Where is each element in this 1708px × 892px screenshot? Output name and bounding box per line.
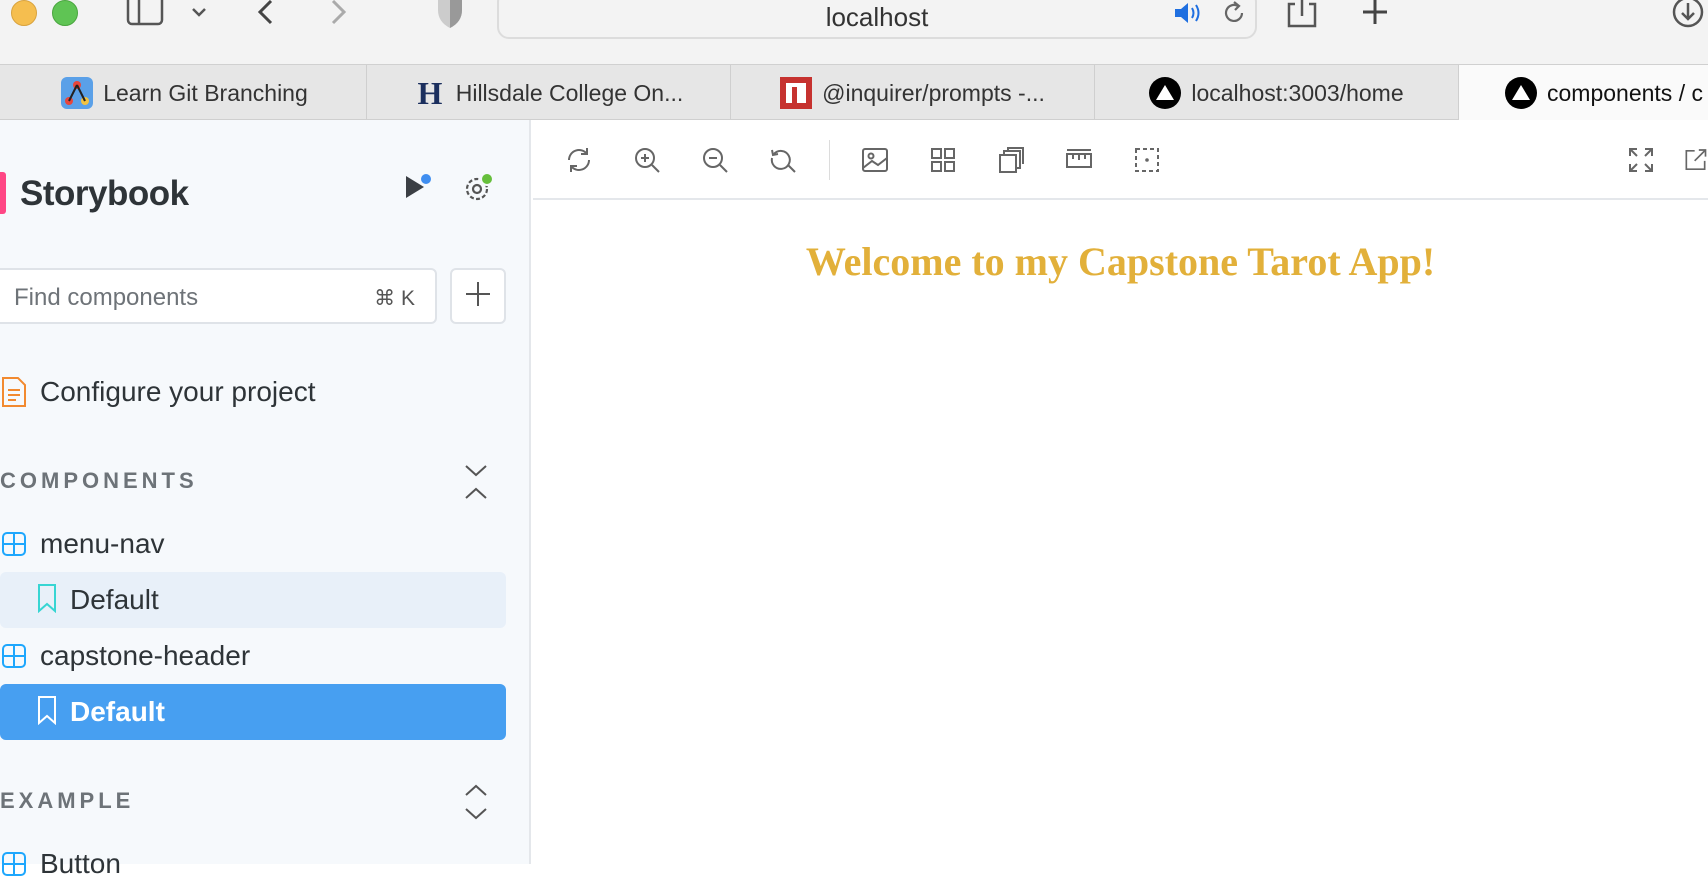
tab-components-active[interactable]: components / c bbox=[1459, 65, 1708, 121]
chevron-down-icon[interactable] bbox=[190, 0, 208, 30]
audio-playing-icon[interactable] bbox=[1173, 0, 1203, 31]
storybook-brand[interactable]: Storybook bbox=[20, 174, 189, 214]
sidebar-story-capstone-header-default[interactable]: Default bbox=[0, 684, 506, 740]
toolbar-divider bbox=[829, 140, 830, 180]
whats-new-icon[interactable] bbox=[402, 172, 436, 202]
grid-icon[interactable] bbox=[927, 144, 959, 176]
sidebar-item-capstone-header[interactable]: capstone-header bbox=[0, 628, 506, 684]
sidebar-item-configure[interactable]: Configure your project bbox=[0, 364, 506, 420]
browser-toolbar: localhost bbox=[0, 0, 1708, 64]
outline-icon[interactable] bbox=[1131, 144, 1163, 176]
tab-label: localhost:3003/home bbox=[1191, 79, 1404, 106]
sidebar-item-label: Configure your project bbox=[40, 376, 316, 407]
downloads-icon[interactable] bbox=[1670, 0, 1706, 30]
tab-label: Hillsdale College On... bbox=[455, 79, 684, 106]
measure-icon[interactable] bbox=[1063, 144, 1095, 176]
svg-text:H: H bbox=[417, 77, 442, 109]
tab-label: Learn Git Branching bbox=[103, 79, 308, 106]
address-bar[interactable]: localhost bbox=[497, 0, 1257, 39]
sidebar-story-menu-nav-default[interactable]: Default bbox=[0, 572, 506, 628]
search-input[interactable]: Find components ⌘ K bbox=[0, 268, 437, 324]
sidebar-item-label: Button bbox=[40, 848, 121, 879]
viewport-icon[interactable] bbox=[995, 144, 1027, 176]
tab-localhost-home[interactable]: localhost:3003/home bbox=[1095, 65, 1459, 121]
section-title-components[interactable]: COMPONENTS bbox=[0, 468, 198, 494]
reset-zoom-icon[interactable] bbox=[767, 144, 799, 176]
tab-label: components / c bbox=[1547, 79, 1703, 106]
bookmark-icon bbox=[36, 583, 58, 618]
welcome-heading: Welcome to my Capstone Tarot App! bbox=[805, 239, 1436, 284]
document-icon bbox=[0, 377, 28, 407]
vercel-triangle-icon bbox=[1505, 77, 1537, 109]
share-icon[interactable] bbox=[1285, 0, 1319, 30]
sidebar-toggle-icon[interactable] bbox=[126, 0, 166, 30]
sidebar-item-button[interactable]: Button bbox=[0, 836, 506, 892]
privacy-shield-icon[interactable] bbox=[436, 0, 464, 30]
section-title-example[interactable]: EXAMPLE bbox=[0, 788, 134, 814]
keyboard-shortcut-hint: ⌘ K bbox=[374, 287, 415, 310]
settings-gear-icon[interactable] bbox=[462, 172, 496, 202]
sidebar-item-label: menu-nav bbox=[40, 528, 165, 559]
tab-hillsdale[interactable]: H Hillsdale College On... bbox=[367, 65, 731, 121]
minimize-window-button[interactable] bbox=[11, 0, 37, 26]
zoom-in-icon[interactable] bbox=[631, 144, 663, 176]
sidebar-item-label: Default bbox=[70, 696, 165, 727]
component-icon bbox=[0, 530, 28, 558]
hillsdale-h-icon: H bbox=[414, 77, 446, 109]
tab-bar: Learn Git Branching H Hillsdale College … bbox=[0, 64, 1708, 121]
component-icon bbox=[0, 850, 28, 878]
storybook-sidebar: Storybook Find components ⌘ K Configure … bbox=[0, 120, 531, 879]
npm-icon bbox=[780, 77, 813, 109]
back-arrow-icon[interactable] bbox=[256, 0, 276, 30]
vercel-triangle-icon bbox=[1149, 77, 1182, 109]
reload-page-icon[interactable] bbox=[1221, 0, 1247, 31]
bookmark-icon bbox=[36, 695, 58, 730]
tab-label: @inquirer/prompts -... bbox=[822, 79, 1045, 106]
new-tab-plus-icon[interactable] bbox=[1360, 0, 1390, 30]
expand-section-icon[interactable] bbox=[462, 782, 490, 822]
url-text: localhost bbox=[825, 2, 929, 32]
storybook-logo-mark bbox=[0, 172, 6, 214]
create-story-button[interactable] bbox=[450, 268, 506, 324]
sidebar-item-label: Default bbox=[70, 584, 159, 615]
background-icon[interactable] bbox=[859, 144, 891, 176]
component-icon bbox=[0, 642, 28, 670]
open-new-tab-icon[interactable] bbox=[1683, 144, 1708, 176]
zoom-window-button[interactable] bbox=[52, 0, 78, 26]
zoom-out-icon[interactable] bbox=[699, 144, 731, 176]
sidebar-item-label: capstone-header bbox=[40, 640, 251, 671]
fullscreen-icon[interactable] bbox=[1625, 144, 1657, 176]
search-placeholder: Find components bbox=[14, 284, 199, 311]
tab-learn-git-branching[interactable]: Learn Git Branching bbox=[3, 65, 367, 121]
sidebar-item-menu-nav[interactable]: menu-nav bbox=[0, 516, 506, 572]
reload-icon[interactable] bbox=[563, 144, 595, 176]
tab-inquirer-prompts[interactable]: @inquirer/prompts -... bbox=[731, 65, 1095, 121]
collapse-section-icon[interactable] bbox=[462, 462, 490, 502]
story-canvas: Welcome to my Capstone Tarot App! bbox=[533, 202, 1708, 864]
canvas-toolbar bbox=[533, 120, 1708, 200]
git-branching-icon bbox=[61, 77, 94, 109]
plus-icon bbox=[464, 280, 492, 313]
forward-arrow-icon[interactable] bbox=[328, 0, 348, 30]
